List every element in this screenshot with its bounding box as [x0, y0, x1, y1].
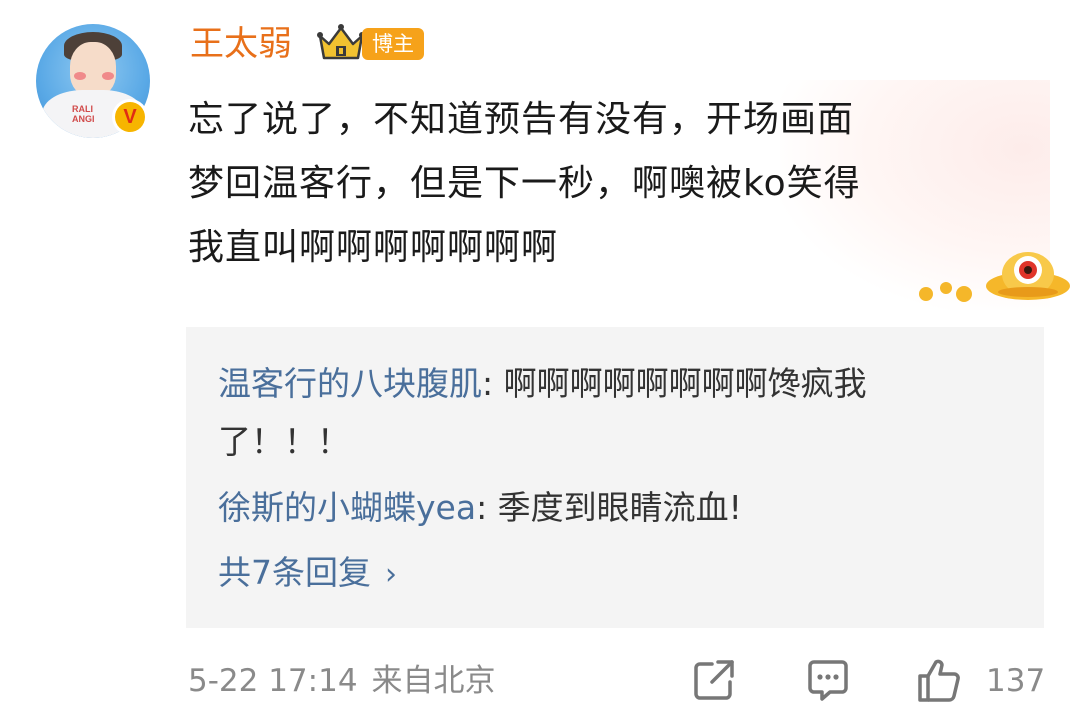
post-source: 来自北京	[371, 663, 496, 699]
avatar-blush-right	[102, 72, 114, 80]
reply-separator: :	[482, 364, 504, 403]
avatar-shirt-text-2: ANGI	[72, 114, 95, 124]
like-icon[interactable]	[914, 656, 962, 704]
share-icon[interactable]	[690, 656, 738, 704]
more-replies-link[interactable]: 共7条回复 ›	[218, 548, 397, 600]
comment-icon[interactable]	[804, 656, 852, 704]
more-replies-label: 共7条回复	[218, 553, 371, 592]
post-meta: 5-22 17:14 来自北京	[188, 656, 496, 706]
comment-line: 梦回温客行，但是下一秒，啊噢被ko笑得	[188, 163, 861, 204]
comment-line: 忘了说了，不知道预告有没有，开场画面	[188, 99, 855, 140]
reply-text: 季度到眼睛流血!	[497, 488, 742, 527]
reply-line: 温客行的八块腹肌: 啊啊啊啊啊啊啊啊馋疯我	[218, 355, 1018, 413]
timestamp: 5-22 17:14	[188, 663, 358, 699]
reply-text: 啊啊啊啊啊啊啊啊馋疯我	[503, 364, 867, 403]
reply-text-continued: 了！！！	[218, 422, 350, 461]
reply-line: 徐斯的小蝴蝶yea: 季度到眼睛流血!	[218, 479, 1018, 537]
comment-text: 忘了说了，不知道预告有没有，开场画面 梦回温客行，但是下一秒，啊噢被ko笑得 我…	[188, 88, 1018, 280]
reply-author[interactable]: 徐斯的小蝴蝶yea	[218, 488, 476, 527]
chevron-right-icon: ›	[385, 557, 397, 592]
like-count: 137	[986, 663, 1046, 699]
comment-line: 我直叫啊啊啊啊啊啊啊	[188, 227, 559, 268]
blogger-badge: 博主	[362, 28, 424, 60]
reply-item[interactable]: 温客行的八块腹肌: 啊啊啊啊啊啊啊啊馋疯我 了！！！	[218, 355, 1018, 471]
reply-separator: :	[476, 488, 498, 527]
avatar-shirt-text: RALI ANGI	[72, 104, 95, 124]
avatar-face	[70, 42, 116, 96]
reply-author[interactable]: 温客行的八块腹肌	[218, 364, 482, 403]
username[interactable]: 王太弱	[190, 20, 292, 68]
avatar-blush-left	[74, 72, 86, 80]
crown-icon	[317, 24, 365, 60]
avatar-shirt-text-1: RALI	[72, 104, 93, 114]
reply-box[interactable]: 温客行的八块腹肌: 啊啊啊啊啊啊啊啊馋疯我 了！！！ 徐斯的小蝴蝶yea: 季度…	[186, 327, 1044, 628]
reply-item[interactable]: 徐斯的小蝴蝶yea: 季度到眼睛流血!	[218, 479, 1018, 537]
verified-badge-icon: V	[112, 99, 148, 135]
verified-mark: V	[115, 102, 145, 132]
